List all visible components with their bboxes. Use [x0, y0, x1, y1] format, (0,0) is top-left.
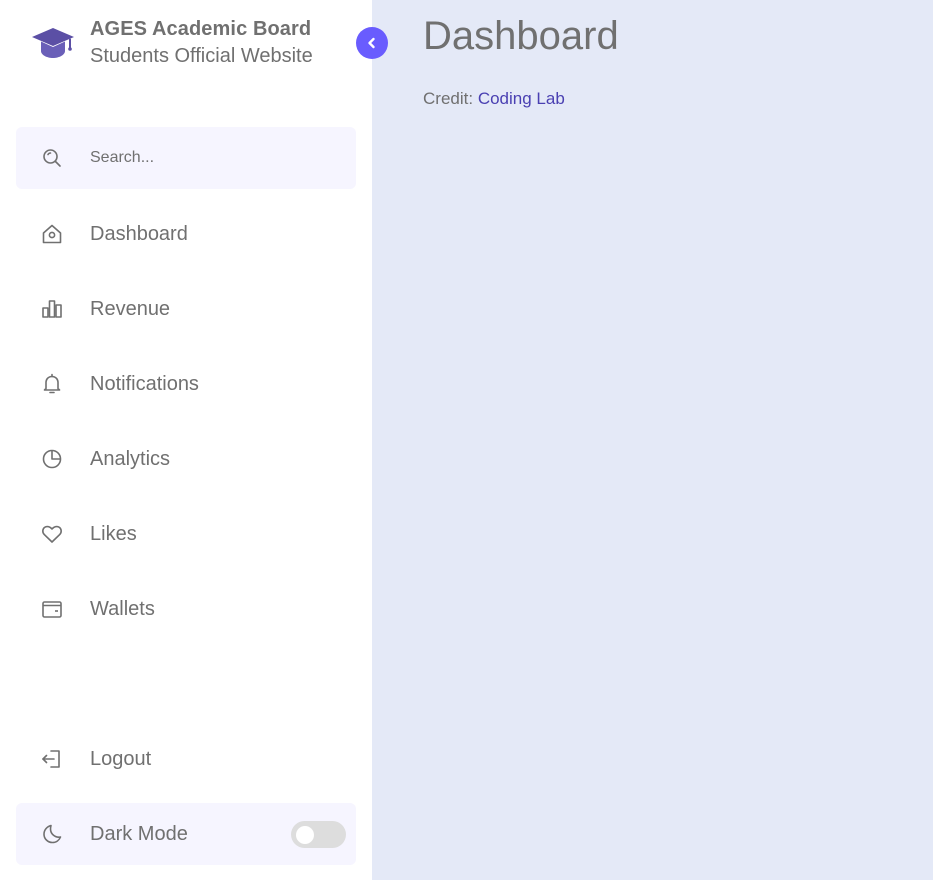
sidebar-collapse-button[interactable] [356, 27, 388, 59]
logout-label: Logout [90, 748, 152, 770]
moon-icon [40, 822, 64, 846]
sidebar-item-label: Dashboard [90, 223, 188, 245]
dark-mode-toggle[interactable] [291, 821, 346, 848]
pie-chart-icon [40, 447, 64, 471]
brand: AGES Academic Board Students Official We… [30, 16, 313, 69]
sidebar-item-analytics[interactable]: Analytics [16, 428, 356, 490]
bar-chart-icon [40, 297, 64, 321]
home-icon [40, 222, 64, 246]
heart-icon [40, 522, 64, 546]
wallet-icon [40, 597, 64, 621]
chevron-left-icon [368, 37, 375, 49]
search-icon [40, 146, 64, 170]
dark-mode-label: Dark Mode [90, 823, 188, 845]
sidebar-item-wallets[interactable]: Wallets [16, 578, 356, 640]
brand-subtitle: Students Official Website [90, 45, 313, 67]
sidebar-item-likes[interactable]: Likes [16, 503, 356, 565]
credit-prefix: Credit: [423, 89, 474, 108]
sidebar: AGES Academic Board Students Official We… [0, 0, 372, 880]
sidebar-item-revenue[interactable]: Revenue [16, 278, 356, 340]
sidebar-item-label: Notifications [90, 373, 199, 395]
search-input[interactable] [90, 143, 340, 173]
sidebar-item-label: Revenue [90, 298, 171, 320]
bell-icon [40, 372, 64, 396]
credit-link[interactable]: Coding Lab [478, 89, 565, 108]
page-title: Dashboard [423, 14, 619, 58]
sidebar-item-label: Likes [90, 523, 137, 545]
toggle-knob [296, 825, 314, 844]
sidebar-item-label: Wallets [90, 598, 155, 620]
graduation-cap-icon [32, 28, 74, 58]
brand-name: AGES Academic Board [90, 18, 312, 40]
credit-text: Credit: Coding Lab [423, 89, 565, 109]
sidebar-item-label: Analytics [90, 448, 171, 470]
dark-mode-row: Dark Mode [16, 803, 356, 865]
search-box [16, 127, 356, 189]
sidebar-item-notifications[interactable]: Notifications [16, 353, 356, 415]
logout-icon [40, 747, 64, 771]
logout-button[interactable]: Logout [16, 728, 356, 790]
sidebar-item-dashboard[interactable]: Dashboard [16, 203, 356, 265]
